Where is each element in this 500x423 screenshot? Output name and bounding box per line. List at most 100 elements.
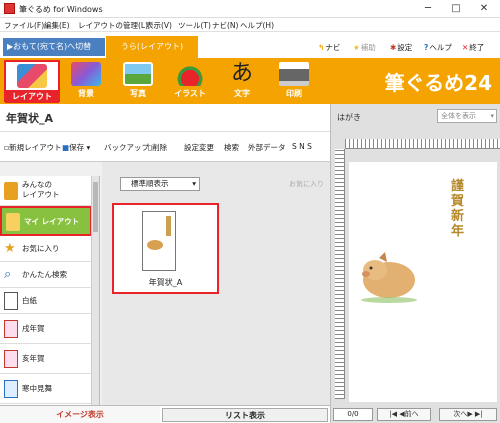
grass-shadow [361,297,417,303]
prev-page-button[interactable]: |◀ ◀前へ [377,408,431,421]
menu-navi[interactable]: ナビ(N) [212,20,238,31]
sidebar-item-label: 白紙 [22,296,37,305]
next-page-button[interactable]: 次へ▶ ▶| [439,408,497,421]
blank-page-icon [4,292,18,310]
printer-icon [279,62,309,86]
sidebar-item-label: 亥年賀 [22,354,45,363]
boar-mini-illust [147,240,163,250]
close-window-button[interactable]: ✕ [470,0,498,18]
sidebar-item-label: マイ レイアウト [24,217,80,226]
external-data-button[interactable]: 外部データ [248,142,286,153]
layout-label: レイアウト [5,90,59,103]
maximize-button[interactable]: □ [442,0,470,18]
chevron-down-icon: ▾ [192,179,196,188]
prev-label: 前へ [404,410,419,418]
tab-image-view[interactable]: イメージ表示 [0,406,160,423]
brand-logo: 筆ぐるめ24 [384,71,492,95]
last-page-icon: ▶| [474,410,483,418]
menu-tools[interactable]: ツール(T) [178,20,211,31]
sort-order-select[interactable]: 標準順表示 ▾ [120,177,200,191]
sidebar-item-blank[interactable]: 白紙 [0,288,99,314]
new-layout-button[interactable]: ▫新規レイアウト [4,142,62,153]
boar-ear [379,252,387,262]
photo-label: 写真 [130,89,146,98]
navi-button[interactable]: ↰ナビ [318,42,340,53]
tab-back-layout[interactable]: うら(レイアウト) [106,36,198,58]
boar-snout [362,271,370,277]
help-button[interactable]: ?ヘルプ [424,42,452,53]
assist-button[interactable]: ★補助 [353,42,376,53]
sidebar-item-winter-greeting[interactable]: 寒中見舞 [0,374,99,404]
delete-button[interactable]: ▯削除 [148,142,167,153]
sort-order-value: 標準順表示 [131,179,169,188]
boar-eye [369,266,373,270]
exit-button[interactable]: ✕終了 [462,42,484,53]
save-label: 保存 [69,143,85,152]
scrollbar-thumb[interactable] [93,182,98,232]
layout-thumbnail[interactable]: 年賀状_A [112,203,219,294]
minimize-button[interactable]: ─ [414,0,442,18]
paper-type-label: はがき [337,113,361,122]
sidebar-item-label: お気に入り [22,244,60,253]
background-label: 背景 [78,89,94,98]
photo-icon [123,62,153,86]
sns-button[interactable]: S N S [292,142,312,151]
menu-view[interactable]: 表示(V) [146,20,172,31]
layout-button[interactable]: レイアウト [4,60,60,103]
sidebar-item-label: 寒中見舞 [22,384,52,393]
illust-button[interactable]: イラスト [164,60,216,102]
window-title: 筆ぐるめ for Windows [19,5,103,14]
gear-icon: ✱ [390,43,397,52]
sidebar-item-dog-year[interactable]: 戌年賀 [0,314,99,344]
text-button[interactable]: あ 文字 [216,60,268,102]
tab-front-address[interactable]: ▶おもて(宛て名)へ切替 [3,38,105,56]
menu-layout-manage[interactable]: レイアウトの管理(L) [78,20,148,31]
thumbnail-caption: 年賀状_A [148,278,183,287]
sidebar-item-everyone-layout[interactable]: みんなの レイアウト [0,176,99,206]
illust-label: イラスト [174,89,206,98]
page-counter: 0/0 [333,408,373,421]
favorites-filter[interactable]: お気に入り [289,179,324,189]
exit-label: 終了 [469,43,485,52]
zoom-value: 全体を表示 [441,112,476,120]
card-blue-icon [4,380,18,398]
background-button[interactable]: 背景 [60,60,112,102]
postcard-preview [349,162,497,402]
search-button[interactable]: 検索 [224,142,239,153]
boar-head [363,260,387,280]
help-label: ヘルプ [429,43,452,52]
menu-edit[interactable]: 編集(E) [44,20,70,31]
save-button[interactable]: ■保存 ▾ [62,142,90,153]
sidebar-item-label: かんたん検索 [22,270,67,279]
document-title-bar: 年賀状_A [0,104,330,132]
menu-bar: ファイル(F) 編集(E) レイアウトの管理(L) 表示(V) ツール(T) ナ… [0,18,500,32]
layout-icon [17,64,47,88]
settings-button[interactable]: ✱設定 [390,42,412,53]
horizontal-ruler [345,139,500,149]
sidebar-item-favorites[interactable]: ★ お気に入り [0,236,99,262]
sidebar-item-label: みんなの レイアウト [22,180,60,199]
document-title: 年賀状_A [6,112,54,125]
brush-char-icon: あ [230,61,253,86]
menu-file[interactable]: ファイル(F) [4,20,44,31]
background-icon [71,62,101,86]
my-book-icon [6,213,20,231]
sidebar-item-label: 戌年賀 [22,324,45,333]
photo-button[interactable]: 写真 [112,60,164,102]
question-icon: ? [424,43,429,52]
change-settings-button[interactable]: 設定変更 [184,142,214,153]
backup-button[interactable]: バックアップ [104,142,149,153]
sidebar-item-easy-search[interactable]: ⌕ かんたん検索 [0,262,99,288]
tab-list-view[interactable]: リスト表示 [162,408,328,422]
navi-icon: ↰ [318,43,325,52]
next-label: 次へ [453,410,468,418]
boar-illustration [361,252,417,303]
chevron-down-icon: ▾ [490,112,494,120]
menu-help[interactable]: ヘルプ(H) [240,20,274,31]
sidebar-item-my-layout[interactable]: マイ レイアウト [0,206,92,236]
assist-label: 補助 [360,43,376,52]
print-button[interactable]: 印刷 [268,60,320,102]
zoom-select[interactable]: 全体を表示 ▾ [437,109,497,123]
sidebar-item-boar-year[interactable]: 亥年賀 [0,344,99,374]
sidebar-scrollbar[interactable] [91,176,99,405]
